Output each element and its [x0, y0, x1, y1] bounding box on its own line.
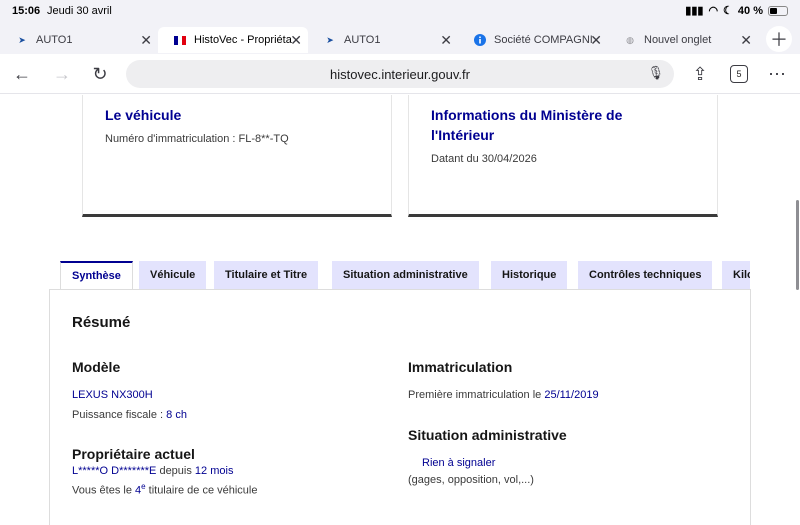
browser-tab-auto1-2[interactable]: ➤ AUTO1 ✕	[308, 27, 458, 53]
back-arrow-icon[interactable]: ←	[10, 62, 34, 86]
browser-tab-societe[interactable]: Société COMPAGNI ✕	[458, 27, 608, 53]
auto1-icon: ➤	[18, 34, 26, 45]
admin-status-value[interactable]: Rien à signaler	[422, 457, 495, 469]
fiscal-power: Puissance fiscale : 8 ch	[72, 409, 187, 421]
registration-heading: Immatriculation	[408, 359, 513, 375]
tab-label: AUTO1	[36, 34, 73, 46]
owner-line: L*****O D*******E depuis 12 mois	[72, 465, 234, 477]
model-value: LEXUS NX300H	[72, 389, 153, 401]
close-tab-icon[interactable]: ✕	[590, 32, 602, 49]
status-icons: ▮▮▮ ◠ ☾ 40 %	[685, 4, 788, 17]
wifi-icon: ◠	[708, 5, 719, 17]
owner-heading: Propriétaire actuel	[72, 446, 195, 462]
ministry-date: Datant du 30/04/2026	[431, 153, 537, 165]
status-time: 15:06	[12, 5, 41, 17]
address-bar[interactable]: histovec.interieur.gouv.fr 🎙	[126, 60, 674, 88]
tab-overview-button[interactable]: 5	[730, 65, 748, 83]
reload-icon[interactable]: ↻	[88, 62, 112, 86]
admin-status-heading: Situation administrative	[408, 427, 567, 443]
browser-tab-auto1-1[interactable]: ➤ AUTO1 ✕	[0, 27, 158, 53]
globe-icon: ◍	[626, 34, 634, 45]
vehicle-plate: Numéro d'immatriculation : FL-8**-TQ	[105, 133, 289, 145]
browser-tab-new[interactable]: ◍ Nouvel onglet ✕	[608, 27, 758, 53]
browser-toolbar: ← → ↻ histovec.interieur.gouv.fr 🎙 ⇪ 5 ⋯	[0, 54, 800, 94]
tab-synthese[interactable]: Synthèse	[60, 261, 133, 289]
owner-name: L*****O D*******E	[72, 465, 157, 477]
tab-controles-techniques[interactable]: Contrôles techniques	[578, 261, 713, 289]
browser-tab-bar: ➤ AUTO1 ✕ HistoVec - Propriéta ✕ ➤ AUTO1…	[0, 24, 800, 70]
status-bar: 15:06 Jeudi 30 avril ▮▮▮ ◠ ☾ 40 %	[0, 0, 800, 24]
page-content: Le véhicule Numéro d'immatriculation : F…	[0, 95, 800, 525]
summary-title: Résumé	[72, 314, 131, 331]
vehicle-card: Le véhicule Numéro d'immatriculation : F…	[82, 95, 392, 217]
close-tab-icon[interactable]: ✕	[740, 32, 752, 49]
url-text: histovec.interieur.gouv.fr	[330, 66, 470, 82]
microphone-icon[interactable]: 🎙	[647, 65, 664, 81]
admin-status-note: (gages, opposition, vol,...)	[408, 474, 534, 486]
browser-tab-histovec[interactable]: HistoVec - Propriéta ✕	[158, 27, 308, 53]
tab-label: Nouvel onglet	[644, 34, 712, 46]
close-tab-icon[interactable]: ✕	[290, 32, 302, 49]
ministry-card: Informations du Ministère de l'Intérieur …	[408, 95, 718, 217]
ministry-card-title: Informations du Ministère de l'Intérieur	[431, 107, 623, 143]
share-icon[interactable]: ⇪	[688, 62, 712, 86]
tab-historique[interactable]: Historique	[491, 261, 568, 289]
tab-label: HistoVec - Propriéta	[194, 34, 292, 46]
moon-icon: ☾	[723, 5, 733, 17]
tab-label: Société COMPAGNI	[494, 34, 593, 46]
model-heading: Modèle	[72, 359, 121, 375]
tab-label: AUTO1	[344, 34, 381, 46]
first-registration: Première immatriculation le 25/11/2019	[408, 389, 599, 401]
battery-percent: 40 %	[737, 4, 763, 17]
auto1-icon: ➤	[326, 34, 334, 45]
status-date: Jeudi 30 avril	[47, 5, 112, 17]
new-tab-button[interactable]: ＋	[766, 26, 792, 52]
close-tab-icon[interactable]: ✕	[440, 32, 452, 49]
more-menu-icon[interactable]: ⋯	[765, 62, 789, 86]
owner-rank: Vous êtes le 4e titulaire de ce véhicule	[72, 482, 258, 497]
tab-vehicule[interactable]: Véhicule	[139, 261, 207, 289]
scrollbar[interactable]	[796, 200, 799, 290]
battery-icon	[768, 5, 788, 16]
french-flag-icon	[174, 34, 186, 46]
tab-titulaire-titre[interactable]: Titulaire et Titre	[214, 261, 319, 289]
signal-icon: ▮▮▮	[685, 5, 704, 17]
page-tabs: Synthèse Véhicule Titulaire et Titre Sit…	[60, 261, 750, 289]
forward-arrow-icon[interactable]: →	[50, 62, 74, 86]
tab-situation-administrative[interactable]: Situation administrative	[332, 261, 479, 289]
vehicle-card-title: Le véhicule	[105, 107, 182, 123]
info-icon	[474, 34, 486, 46]
tab-kilometrage[interactable]: Kilo	[722, 261, 750, 289]
close-tab-icon[interactable]: ✕	[140, 32, 152, 49]
